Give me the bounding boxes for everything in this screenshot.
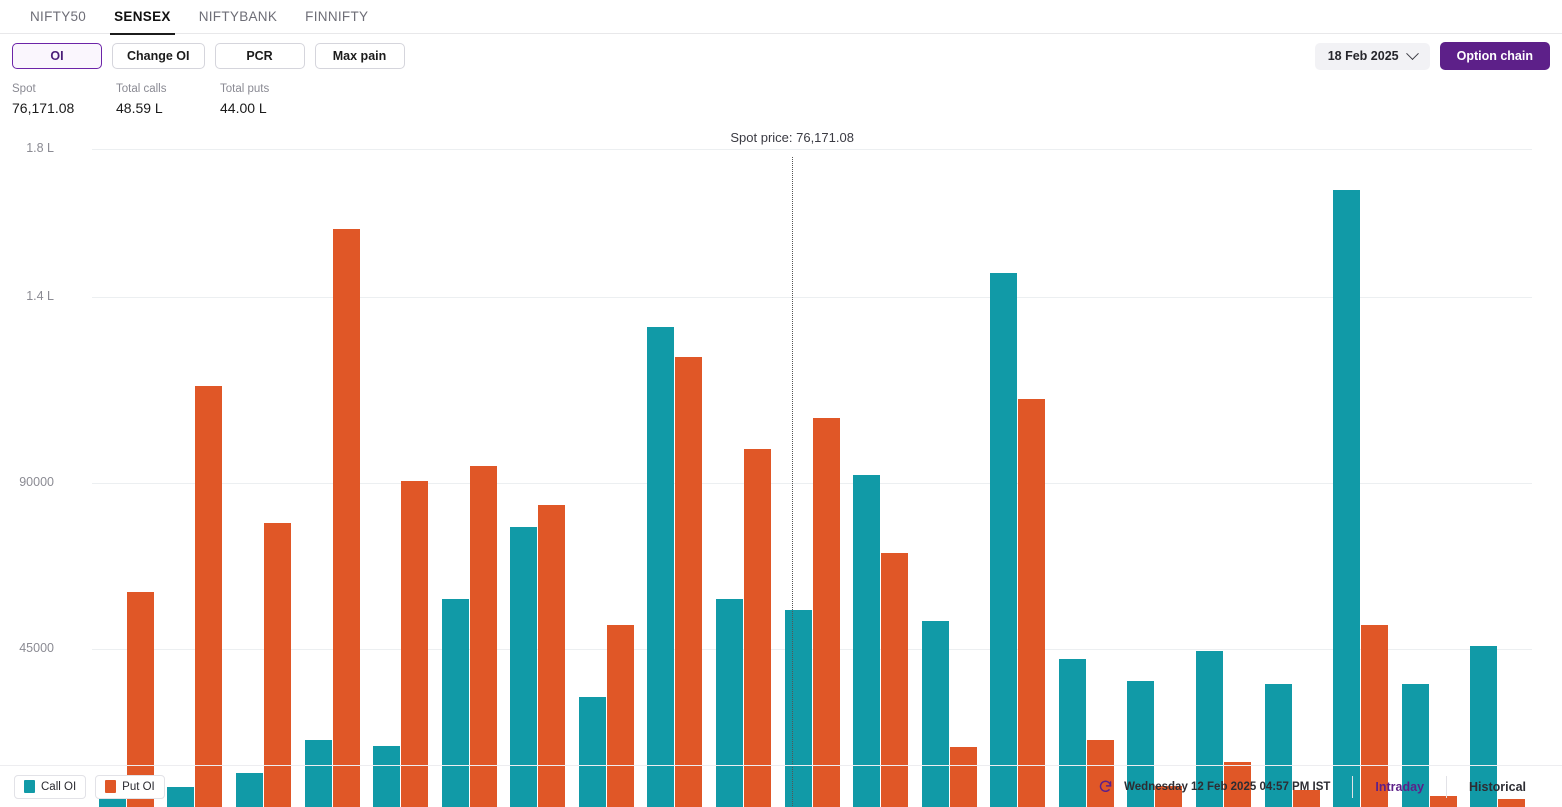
- stat-total-puts: Total puts 44.00 L: [220, 81, 324, 119]
- chart-footer: Call OI Put OI Wednesday 12 Feb 2025 04:…: [0, 765, 1562, 807]
- bar-call-oi[interactable]: [853, 475, 881, 807]
- stat-total-puts-value: 44.00 L: [220, 100, 267, 116]
- expiry-date-value: 18 Feb 2025: [1327, 49, 1399, 63]
- legend-item-call-oi[interactable]: Call OI: [14, 774, 87, 799]
- tab-sensex[interactable]: SENSEX: [100, 0, 185, 35]
- bar-put-oi[interactable]: [538, 504, 566, 807]
- bar-put-oi[interactable]: [332, 228, 360, 807]
- bar-put-oi[interactable]: [743, 449, 771, 807]
- y-axis-tick-label: 1.4 L: [26, 289, 54, 304]
- y-gridline: [92, 149, 1532, 150]
- mode-button-change-oi[interactable]: Change OI: [112, 43, 205, 69]
- y-axis-tick-label: 90000: [19, 474, 54, 489]
- spot-price-line: [792, 157, 794, 807]
- stat-total-calls-label: Total calls: [116, 83, 167, 95]
- footer-right-group: Wednesday 12 Feb 2025 04:57 PM IST Intra…: [1098, 775, 1548, 799]
- summary-stats: Spot 76,171.08 Total calls 48.59 L Total…: [0, 78, 1562, 119]
- mode-button-max-pain[interactable]: Max pain: [314, 43, 405, 69]
- mode-button-pcr[interactable]: PCR: [214, 43, 305, 69]
- bar-put-oi[interactable]: [812, 417, 840, 807]
- legend-label-put-oi: Put OI: [122, 780, 155, 793]
- index-tabbar: NIFTY50 SENSEX NIFTYBANK FINNIFTY: [0, 0, 1562, 35]
- bar-call-oi[interactable]: [990, 273, 1018, 807]
- tab-niftybank[interactable]: NIFTYBANK: [185, 0, 291, 34]
- bar-put-oi[interactable]: [675, 356, 703, 807]
- y-axis-tick-label: 1.8 L: [26, 141, 54, 155]
- bar-put-oi[interactable]: [401, 480, 429, 807]
- bar-put-oi[interactable]: [1018, 399, 1046, 807]
- bar-put-oi[interactable]: [195, 386, 223, 807]
- refresh-icon[interactable]: [1098, 779, 1113, 794]
- legend-item-put-oi[interactable]: Put OI: [95, 774, 165, 799]
- stat-spot: Spot 76,171.08: [12, 81, 116, 119]
- expiry-date-dropdown[interactable]: 18 Feb 2025: [1314, 42, 1430, 70]
- spot-price-label: Spot price: 76,171.08: [730, 130, 854, 145]
- stat-spot-value: 76,171.08: [12, 100, 75, 116]
- tab-finnifty[interactable]: FINNIFTY: [291, 0, 382, 34]
- view-button-historical[interactable]: Historical: [1447, 780, 1548, 794]
- mode-button-oi[interactable]: OI: [12, 43, 102, 69]
- chart-plot-area: 045000900001.4 L1.8 L75,20075,30075,4007…: [19, 130, 1532, 807]
- chart-toolbar: OI Change OI PCR Max pain 18 Feb 2025 Op…: [0, 34, 1562, 78]
- stat-total-puts-label: Total puts: [220, 83, 270, 95]
- chevron-down-icon: [1405, 46, 1419, 60]
- stat-total-calls: Total calls 48.59 L: [116, 81, 220, 119]
- bar-call-oi[interactable]: [1333, 189, 1361, 807]
- oi-chart: 045000900001.4 L1.8 L75,20075,30075,4007…: [0, 130, 1562, 807]
- bar-put-oi[interactable]: [469, 465, 497, 807]
- stat-total-calls-value: 48.59 L: [116, 100, 163, 116]
- view-button-intraday[interactable]: Intraday: [1353, 780, 1446, 794]
- legend-label-call-oi: Call OI: [41, 780, 77, 793]
- legend-swatch-put-oi: [105, 780, 117, 793]
- legend-swatch-call-oi: [24, 780, 35, 793]
- chart-legend: Call OI Put OI: [14, 774, 165, 799]
- stat-spot-label: Spot: [12, 83, 36, 95]
- y-gridline: [92, 297, 1532, 299]
- option-chain-button[interactable]: Option chain: [1439, 42, 1550, 70]
- last-updated-timestamp: Wednesday 12 Feb 2025 04:57 PM IST: [1124, 780, 1331, 793]
- tab-nifty50[interactable]: NIFTY50: [16, 0, 100, 34]
- y-axis-tick-label: 45000: [19, 641, 54, 656]
- bar-call-oi[interactable]: [647, 326, 675, 807]
